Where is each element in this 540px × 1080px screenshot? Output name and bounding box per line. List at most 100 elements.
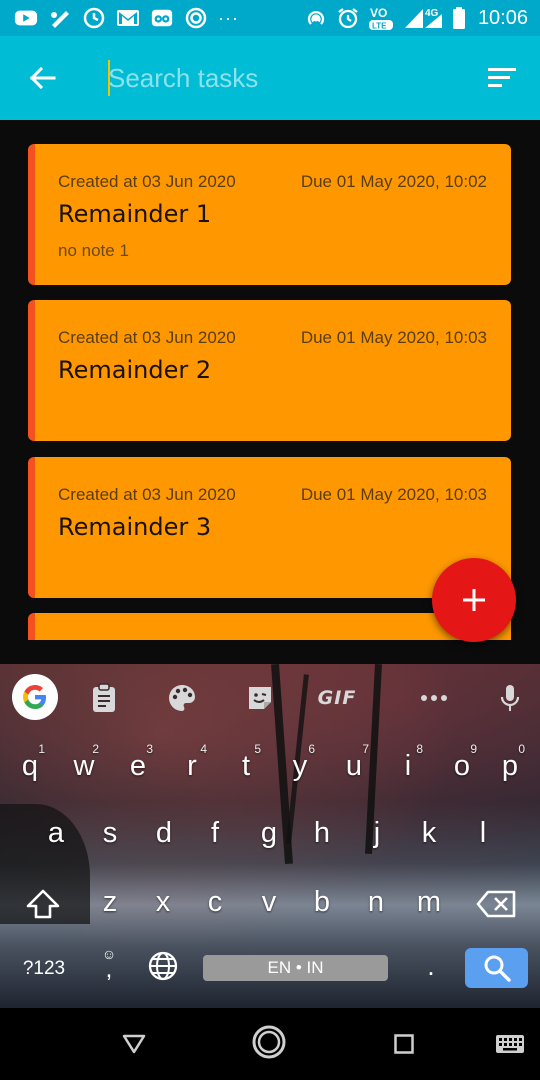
search-icon [484,955,511,982]
tripadvisor-icon [150,6,174,30]
key-h[interactable]: h [295,803,349,863]
key-b[interactable]: b [295,872,349,932]
key-hint: 8 [416,742,423,756]
gif-button[interactable]: GIF [314,676,360,720]
palette-icon [169,685,195,711]
theme-button[interactable] [160,676,204,720]
comma-key[interactable]: , ☺ [94,944,124,988]
search-input[interactable] [108,58,468,98]
app-bar [0,36,540,120]
keyboard-search-key[interactable] [465,948,528,988]
key-l[interactable]: l [456,803,510,863]
globe-icon [148,951,178,981]
key-m[interactable]: m [402,872,456,932]
key-hint: 3 [146,742,153,756]
key-hint: 6 [308,742,315,756]
volte-icon: VO LTE [368,6,396,31]
key-hint: 2 [92,742,99,756]
sticker-icon [249,687,271,709]
task-card[interactable]: Created at 03 Jun 2020 Due 01 May 2020, … [28,300,511,441]
clock-icon [82,6,106,30]
key-o[interactable]: o9 [435,736,489,796]
key-v[interactable]: v [242,872,296,932]
gmail-icon [116,6,140,30]
status-time: 10:06 [477,7,528,29]
pen-icon [48,6,72,30]
task-title: Remainder 2 [58,356,212,384]
clipboard-button[interactable] [82,676,126,720]
period-key[interactable]: . [416,946,446,986]
back-button[interactable] [22,60,62,96]
key-y[interactable]: y6 [273,736,327,796]
nav-home-button[interactable] [249,1024,289,1060]
key-u[interactable]: u7 [327,736,381,796]
key-q[interactable]: q1 [3,736,57,796]
key-f[interactable]: f [188,803,242,863]
nav-back-button[interactable] [114,1026,154,1062]
key-d[interactable]: d [137,803,191,863]
clipboard-icon [93,683,115,712]
task-note: no note 1 [58,241,129,260]
more-options-button[interactable] [412,676,456,720]
backspace-icon [476,890,516,918]
keyboard-switch-icon [496,1035,524,1053]
key-g[interactable]: g [242,803,296,863]
task-created-date: Created at 03 Jun 2020 [58,172,236,191]
task-card[interactable]: Created at 03 Jun 2020 Due 01 May 2020, … [28,144,511,285]
text-cursor [108,60,110,96]
battery-icon [452,6,466,30]
backspace-key[interactable] [470,874,524,934]
svg-text:4G: 4G [425,8,439,19]
key-hint: 1 [38,742,45,756]
youtube-icon [14,6,38,30]
home-circle-icon [252,1025,286,1059]
sticker-button[interactable] [238,676,282,720]
key-p[interactable]: p0 [483,736,537,796]
sort-icon [488,68,516,87]
key-z[interactable]: z [83,872,137,932]
back-triangle-icon [122,1034,146,1054]
gif-icon: GIF [317,687,357,709]
key-r[interactable]: r4 [165,736,219,796]
voice-input-button[interactable] [488,676,532,720]
svg-text:LTE: LTE [372,22,387,31]
key-j[interactable]: j [350,803,404,863]
key-a[interactable]: a [29,803,83,863]
google-search-button[interactable] [12,674,58,720]
space-key[interactable]: EN • IN [203,955,388,981]
keyboard-switch-button[interactable] [490,1026,530,1062]
navigation-bar [0,1008,540,1080]
signal-icon: 4G [404,6,444,30]
key-e[interactable]: e3 [111,736,165,796]
recents-square-icon [394,1034,414,1054]
mic-icon [500,685,520,711]
hotspot-icon [304,6,328,30]
shift-icon [26,889,60,919]
plus-icon [463,589,485,611]
add-task-button[interactable] [432,558,516,642]
key-x[interactable]: x [136,872,190,932]
status-bar: ··· VO LTE 4G 10:06 [0,0,540,36]
key-k[interactable]: k [402,803,456,863]
google-icon [23,685,46,709]
sort-button[interactable] [486,64,518,92]
key-t[interactable]: t5 [219,736,273,796]
key-s[interactable]: s [83,803,137,863]
key-c[interactable]: c [188,872,242,932]
alarm-icon [336,6,360,30]
shift-key[interactable] [18,874,68,934]
task-created-date: Created at 03 Jun 2020 [58,485,236,504]
language-key[interactable] [144,946,182,986]
nav-recents-button[interactable] [384,1026,424,1062]
more-icon [421,695,447,701]
arrow-left-icon [29,66,56,90]
soft-keyboard: GIF q1 w2 e3 r4 t5 y6 u7 i8 o9 p0 a s d … [0,664,540,1008]
key-hint: 4 [200,742,207,756]
symbols-key[interactable]: ?123 [14,949,74,989]
swirl-icon [184,6,208,30]
svg-text:VO: VO [370,6,387,20]
key-n[interactable]: n [349,872,403,932]
key-w[interactable]: w2 [57,736,111,796]
emoji-icon: ☺ [101,946,117,962]
key-i[interactable]: i8 [381,736,435,796]
